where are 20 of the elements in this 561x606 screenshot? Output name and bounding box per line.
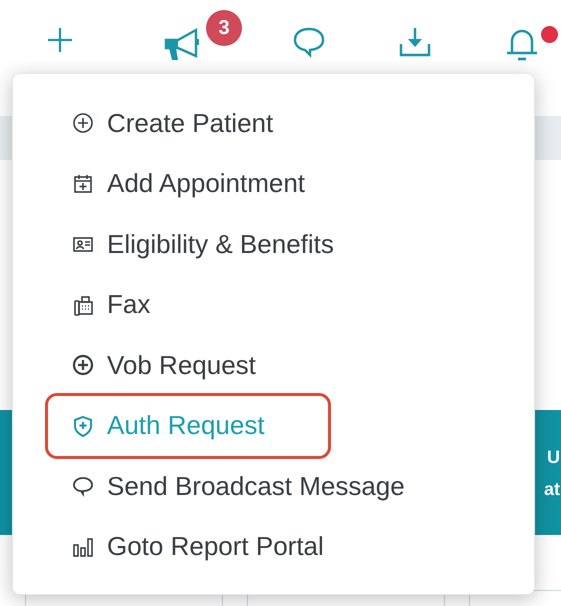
fax-icon xyxy=(72,294,94,316)
menu-item[interactable]: Vob Request xyxy=(45,337,256,394)
menu-item[interactable]: Create Patient xyxy=(45,95,274,152)
menu-item[interactable]: Goto Report Portal xyxy=(45,518,324,575)
plus-circle-icon xyxy=(72,112,94,134)
download-icon[interactable] xyxy=(398,26,432,58)
shield-plus-icon xyxy=(72,414,94,437)
menu-item[interactable]: Eligibility & Benefits xyxy=(45,216,334,272)
notification-badge: 3 xyxy=(206,10,242,46)
calendar-icon xyxy=(72,172,94,195)
banner-text: U xyxy=(547,446,560,468)
menu-item[interactable]: Fax xyxy=(45,276,150,333)
menu-item[interactable]: Add Appointment xyxy=(45,156,306,212)
menu-item[interactable]: Send Broadcast Message xyxy=(45,458,405,514)
chat-icon xyxy=(72,475,94,498)
plus-icon[interactable] xyxy=(46,26,74,54)
chat-icon[interactable] xyxy=(292,26,326,58)
plus-circle-icon xyxy=(72,354,94,376)
banner-text: at xyxy=(544,478,560,500)
bar-chart-icon xyxy=(72,536,94,558)
